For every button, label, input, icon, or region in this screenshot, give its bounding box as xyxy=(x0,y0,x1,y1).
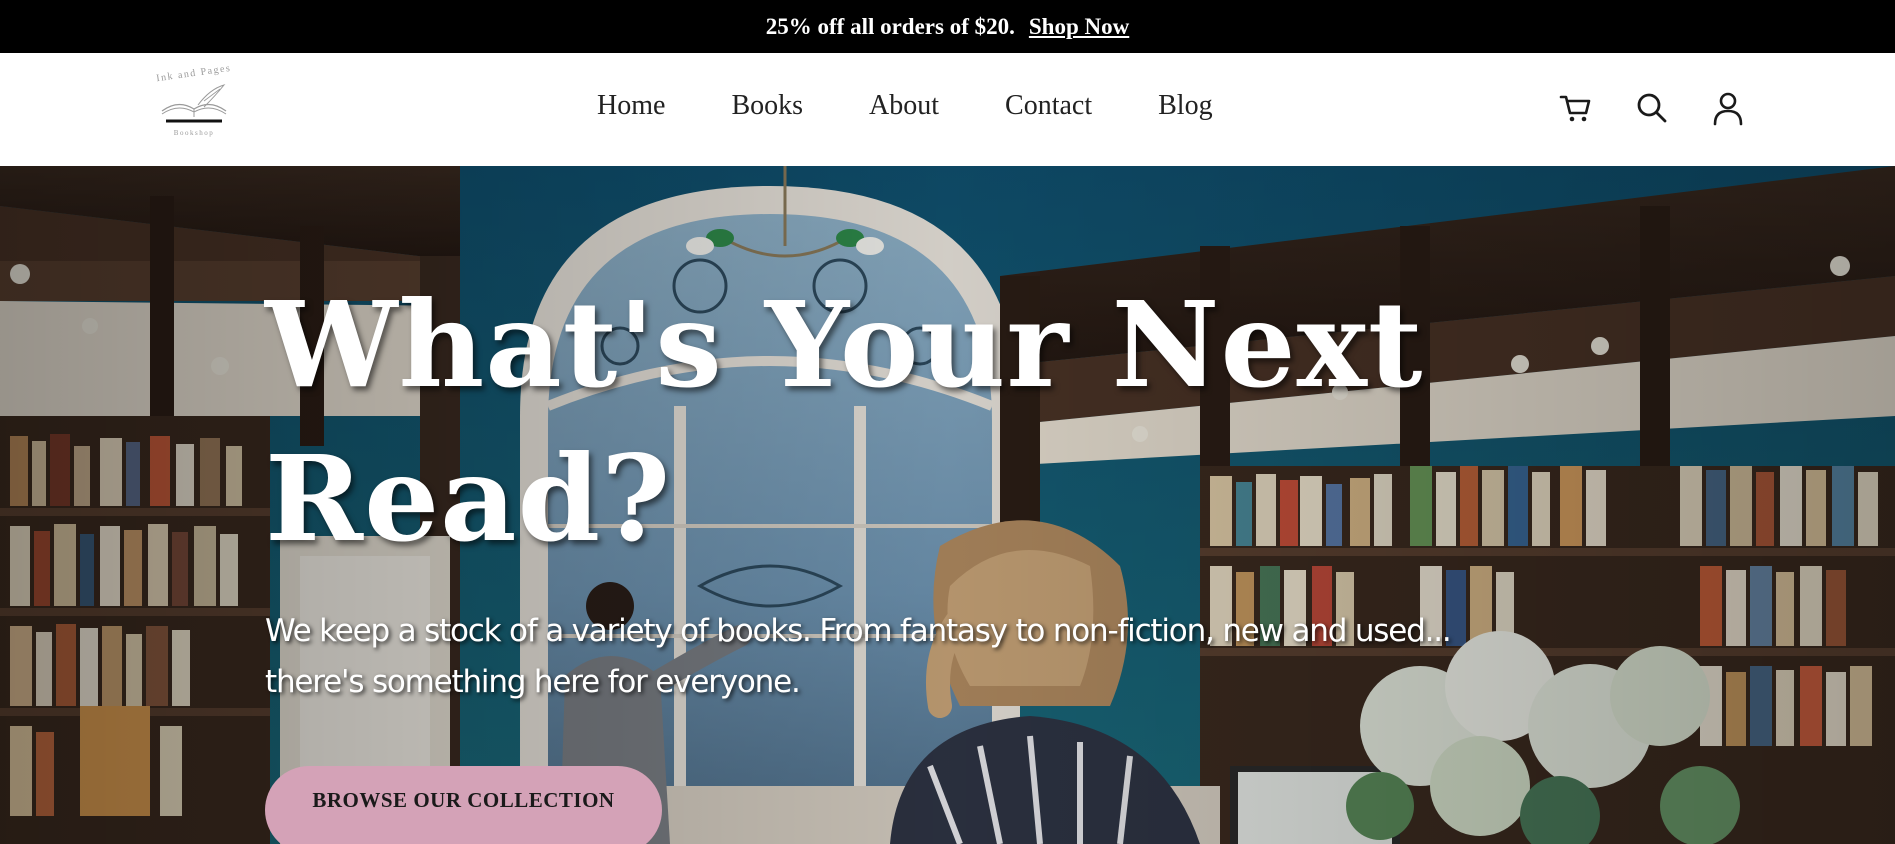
logo[interactable]: Ink and Pages Bookshop xyxy=(143,62,245,158)
nav-about[interactable]: About xyxy=(869,90,939,122)
main-nav: Home Books About Contact Blog xyxy=(597,90,1213,122)
hero-subtitle-line-1: We keep a stock of a variety of books. F… xyxy=(265,613,1452,649)
account-icon[interactable] xyxy=(1710,90,1746,126)
hero-subtitle-line-2: there's something here for everyone. xyxy=(265,664,801,700)
open-book-icon xyxy=(161,84,227,123)
shop-now-link[interactable]: Shop Now xyxy=(1029,14,1129,40)
hero-title-line-2: Read? xyxy=(265,429,672,568)
nav-home[interactable]: Home xyxy=(597,90,665,122)
hero-title: What's Your Next Read? xyxy=(265,268,1465,576)
promo-bar: 25% off all orders of $20. Shop Now xyxy=(0,0,1895,53)
header-icons xyxy=(1558,90,1746,126)
hero-title-line-1: What's Your Next xyxy=(265,275,1424,414)
promo-text: 25% off all orders of $20. xyxy=(765,13,1015,39)
search-icon[interactable] xyxy=(1634,90,1670,126)
nav-books[interactable]: Books xyxy=(731,90,803,122)
hero-subtitle: We keep a stock of a variety of books. F… xyxy=(265,606,1605,708)
browse-collection-button[interactable]: BROWSE OUR COLLECTION xyxy=(265,766,662,844)
hero-section: What's Your Next Read? We keep a stock o… xyxy=(0,166,1895,844)
nav-blog[interactable]: Blog xyxy=(1158,90,1212,122)
site-header: Ink and Pages Bookshop Home Books About … xyxy=(0,53,1895,166)
nav-contact[interactable]: Contact xyxy=(1005,90,1092,122)
logo-bottom-text: Bookshop xyxy=(173,129,215,137)
cart-icon[interactable] xyxy=(1558,90,1594,126)
